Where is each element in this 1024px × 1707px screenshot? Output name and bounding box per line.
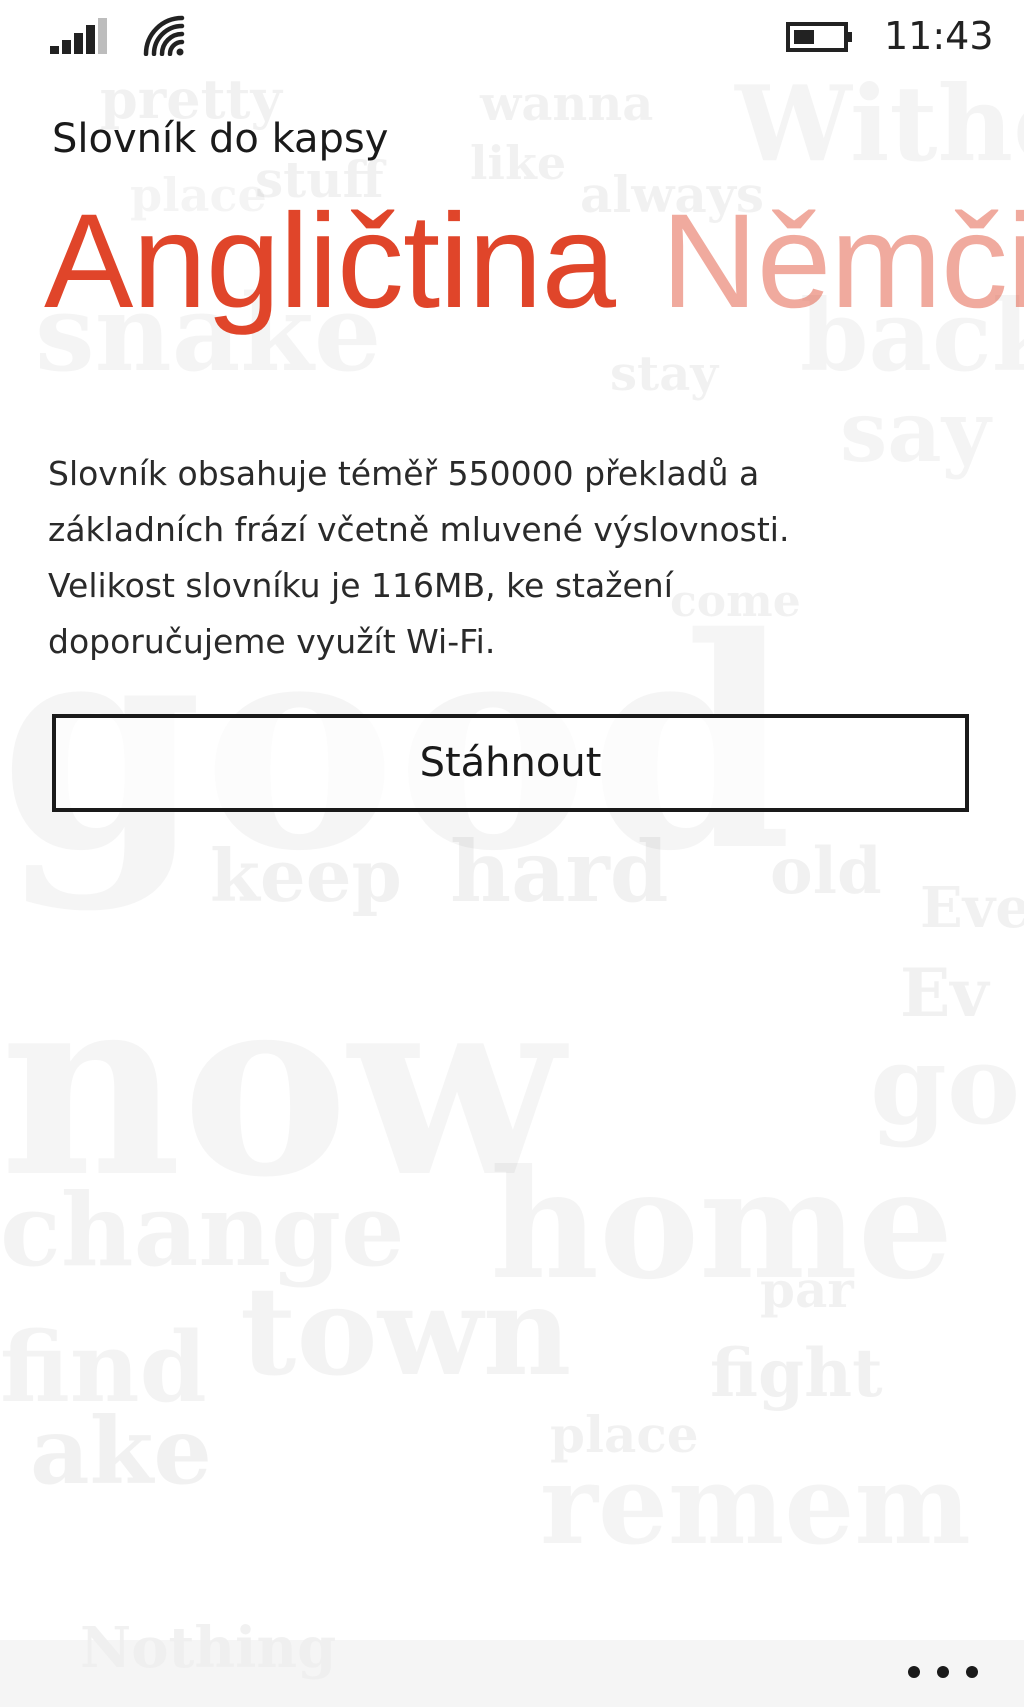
app-bar xyxy=(0,1640,1024,1707)
app-title: Slovník do kapsy xyxy=(52,116,389,162)
pivot-item-anglictina[interactable]: Angličtina xyxy=(44,188,616,335)
description-line: doporučujeme využít Wi-Fi. xyxy=(48,622,496,661)
dot xyxy=(937,1666,949,1678)
description-line: Slovník obsahuje téměř 550000 překladů a xyxy=(48,454,760,493)
download-button[interactable]: Stáhnout xyxy=(52,714,969,812)
ellipsis-icon[interactable] xyxy=(908,1650,978,1694)
main-content: Slovník do kapsy Angličtina Němčina Slovn… xyxy=(0,0,1024,1707)
description-line: Velikost slovníku je 116MB, ke stažení xyxy=(48,566,673,605)
download-button-label: Stáhnout xyxy=(419,740,602,786)
dot xyxy=(908,1666,920,1678)
pivot-header: Angličtina Němčina xyxy=(44,188,1024,335)
description-line: základních frází včetně mluvené výslovno… xyxy=(48,510,790,549)
dictionary-description: Slovník obsahuje téměř 550000 překladů a… xyxy=(48,446,978,670)
dot xyxy=(966,1666,978,1678)
pivot-item-nemcina[interactable]: Němčina xyxy=(661,188,1024,335)
